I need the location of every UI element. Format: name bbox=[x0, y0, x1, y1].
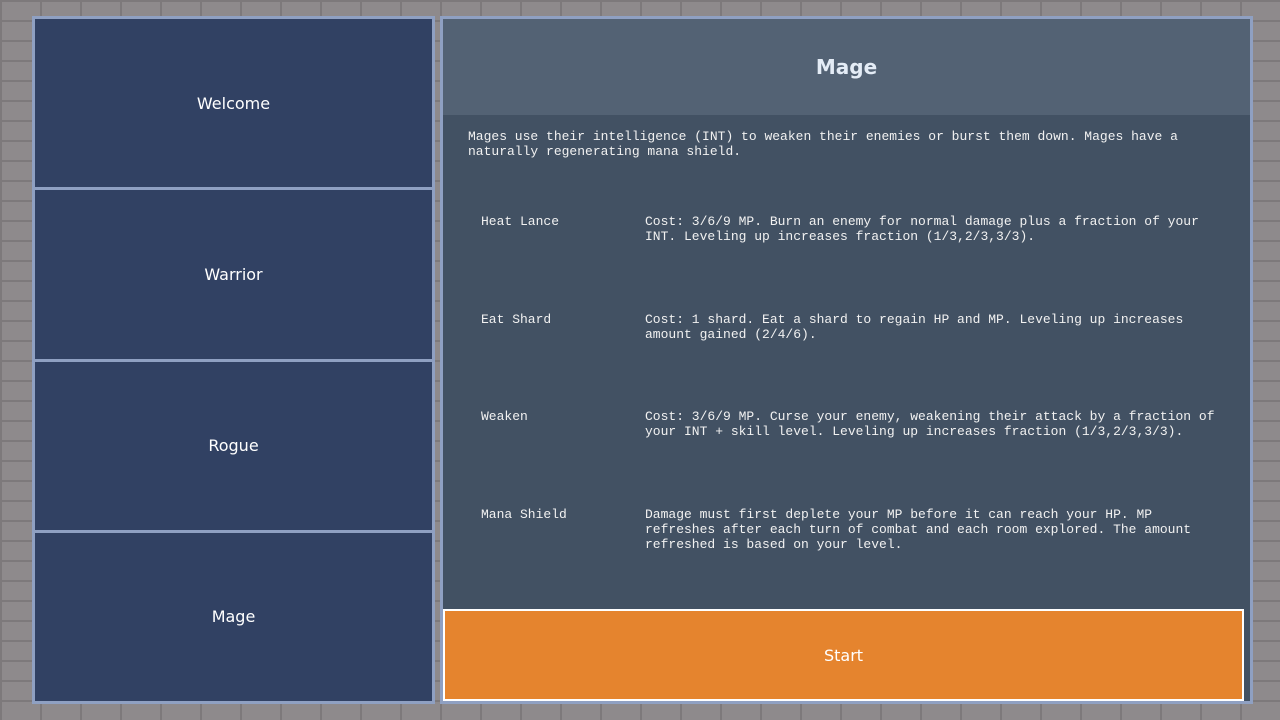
panel-header: Mage bbox=[443, 19, 1250, 115]
skill-description: Cost: 3/6/9 MP. Curse your enemy, weaken… bbox=[645, 409, 1215, 439]
skill-name: Eat Shard bbox=[481, 312, 552, 327]
tab-welcome[interactable]: Welcome bbox=[35, 19, 432, 188]
skill-name: Weaken bbox=[481, 409, 528, 424]
start-button[interactable]: Start bbox=[443, 609, 1244, 701]
class-sidebar: Welcome Warrior Rogue Mage bbox=[32, 16, 435, 704]
tab-mage[interactable]: Mage bbox=[35, 532, 432, 701]
panel-body: Mage Mages use their intelligence (INT) … bbox=[443, 19, 1250, 701]
class-detail-panel: Mage Mages use their intelligence (INT) … bbox=[440, 16, 1253, 704]
skill-description: Cost: 3/6/9 MP. Burn an enemy for normal… bbox=[645, 214, 1199, 244]
tab-label: Rogue bbox=[208, 436, 259, 456]
tab-label: Mage bbox=[211, 607, 256, 627]
class-title: Mage bbox=[815, 55, 878, 79]
skill-name: Heat Lance bbox=[481, 214, 560, 229]
tab-rogue[interactable]: Rogue bbox=[35, 361, 432, 530]
tab-warrior[interactable]: Warrior bbox=[35, 190, 432, 359]
tab-label: Warrior bbox=[204, 264, 263, 284]
class-description: Mages use their intelligence (INT) to we… bbox=[468, 129, 1178, 159]
skill-name: Mana Shield bbox=[481, 507, 567, 522]
skill-description: Cost: 1 shard. Eat a shard to regain HP … bbox=[645, 312, 1184, 342]
start-button-label: Start bbox=[823, 645, 864, 665]
skill-description: Damage must first deplete your MP before… bbox=[645, 507, 1192, 552]
tab-label: Welcome bbox=[196, 93, 271, 113]
